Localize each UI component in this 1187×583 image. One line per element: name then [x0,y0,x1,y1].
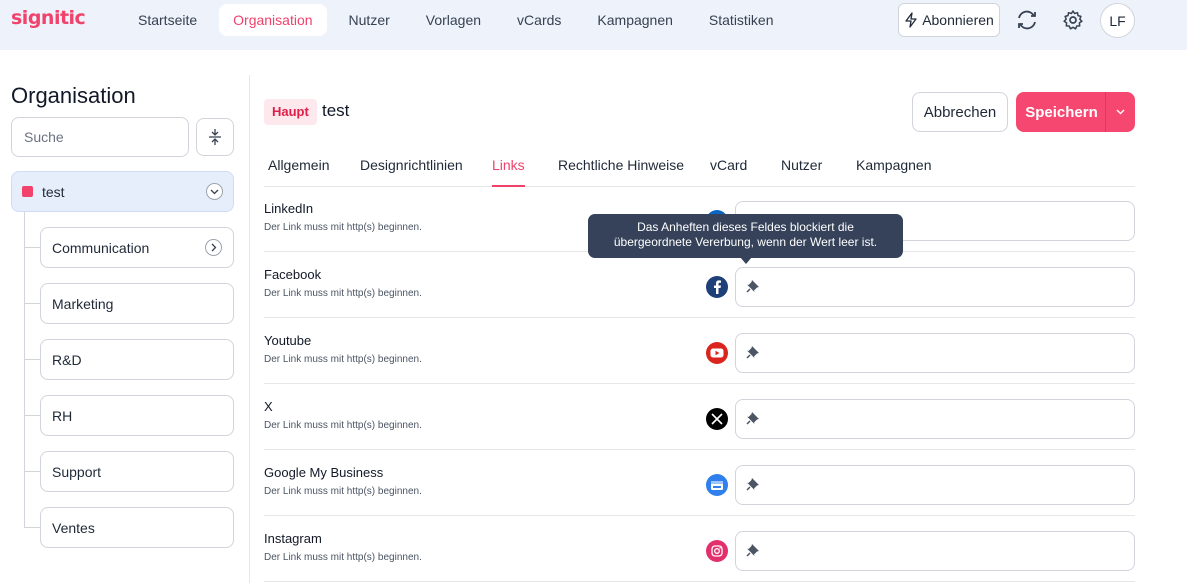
tree-connector [24,527,40,528]
search-input[interactable] [11,117,189,157]
page-title: test [322,101,350,120]
nav-organisation[interactable]: Organisation [219,4,327,36]
nav-vcards[interactable]: vCards [503,4,575,36]
tree-item-support[interactable]: Support [40,451,234,492]
save-button[interactable]: Speichern [1016,104,1105,121]
tree-item-ventes[interactable]: Ventes [40,507,234,548]
tooltip-line: übergeordnete Vererbung, wenn der Wert l… [613,235,878,249]
link-row-youtube: Youtube Der Link muss mit http(s) beginn… [264,318,1135,384]
pin-icon[interactable] [746,411,760,430]
tree-item-rh[interactable]: RH [40,395,234,436]
tab-vcard[interactable]: vCard [710,150,747,187]
chevron-right-icon[interactable] [205,239,222,256]
youtube-icon [706,342,728,364]
link-hint: Der Link muss mit http(s) beginnen. [264,486,422,497]
tree-connector [24,415,40,416]
link-label: Google My Business [264,465,384,480]
link-row-instagram: Instagram Der Link muss mit http(s) begi… [264,516,1135,582]
tree-connector [24,303,40,304]
collapse-icon [209,129,221,145]
facebook-url-input[interactable] [735,267,1135,307]
link-hint: Der Link muss mit http(s) beginnen. [264,552,422,563]
tree-item-label: RH [52,407,73,424]
link-hint: Der Link muss mit http(s) beginnen. [264,354,422,365]
pin-icon[interactable] [746,345,760,364]
x-url-input[interactable] [735,399,1135,439]
link-hint: Der Link muss mit http(s) beginnen. [264,420,422,431]
link-label: Facebook [264,267,322,282]
pin-icon[interactable] [746,477,760,496]
tree-connector [24,247,40,248]
youtube-url-input[interactable] [735,333,1135,373]
nav-kampagnen[interactable]: Kampagnen [583,4,687,36]
tree-root-label: test [42,183,65,200]
tree-item-label: Ventes [52,519,95,536]
nav-nutzer[interactable]: Nutzer [335,4,404,36]
tree-item-label: Communication [52,239,150,256]
nav-startseite[interactable]: Startseite [124,4,211,36]
save-options-button[interactable] [1106,92,1135,132]
link-row-google-my-business: Google My Business Der Link muss mit htt… [264,450,1135,516]
sidebar-title: Organisation [11,83,136,108]
tab-kampagnen[interactable]: Kampagnen [856,150,932,187]
tab-designrichtlinien[interactable]: Designrichtlinien [360,150,463,187]
tab-allgemein[interactable]: Allgemein [268,150,329,187]
chevron-down-icon[interactable] [206,183,223,200]
subscribe-label: Abonnieren [922,12,994,28]
save-button-group: Speichern [1016,92,1135,132]
tab-nutzer[interactable]: Nutzer [781,150,822,187]
tree-connector [24,212,25,527]
link-label: LinkedIn [264,201,314,216]
main-nav: Startseite Organisation Nutzer Vorlagen … [124,4,796,36]
link-label: Instagram [264,531,322,546]
instagram-icon [706,540,728,562]
lightning-icon [905,12,917,28]
settings-button[interactable] [1058,5,1088,35]
sync-icon [1018,10,1036,30]
tab-bar: Allgemein Designrichtlinien Links Rechtl… [264,150,1135,187]
tree-item-communication[interactable]: Communication [40,227,234,268]
link-hint: Der Link muss mit http(s) beginnen. [264,222,422,233]
link-hint: Der Link muss mit http(s) beginnen. [264,288,422,299]
sidebar-divider [249,75,250,583]
instagram-url-input[interactable] [735,531,1135,571]
tree-item-marketing[interactable]: Marketing [40,283,234,324]
pin-tooltip: Das Anheften dieses Feldes blockiert die… [588,214,903,258]
nav-statistiken[interactable]: Statistiken [695,4,788,36]
x-icon [706,408,728,430]
nav-vorlagen[interactable]: Vorlagen [412,4,495,36]
sync-button[interactable] [1012,5,1042,35]
subscribe-button[interactable]: Abonnieren [898,3,1000,37]
root-color-indicator [22,186,33,197]
link-label: X [264,399,273,414]
facebook-icon [706,276,728,298]
tab-links[interactable]: Links [492,150,525,187]
tooltip-arrow [740,257,752,264]
user-avatar[interactable]: LF [1100,3,1135,38]
google-my-business-url-input[interactable] [735,465,1135,505]
tree-item-label: R&D [52,351,82,368]
google-my-business-icon [706,474,728,496]
tree-item-label: Marketing [52,295,114,312]
tree-connector [24,471,40,472]
tree-item-rd[interactable]: R&D [40,339,234,380]
tree-connector [24,359,40,360]
main-badge: Haupt [264,99,317,125]
chevron-down-icon [1116,109,1125,115]
tab-rechtliche-hinweise[interactable]: Rechtliche Hinweise [558,150,684,187]
pin-icon[interactable] [746,543,760,562]
link-row-x: X Der Link muss mit http(s) beginnen. [264,384,1135,450]
signitic-logo[interactable]: signitic [11,7,86,29]
top-navigation-bar: signitic Startseite Organisation Nutzer … [0,0,1187,50]
gear-icon [1063,10,1083,30]
cancel-button[interactable]: Abbrechen [912,92,1008,132]
link-row-facebook: Facebook Der Link muss mit http(s) begin… [264,252,1135,318]
tree-item-label: Support [52,463,102,480]
link-label: Youtube [264,333,312,348]
pin-icon[interactable] [746,279,760,298]
tooltip-line: Das Anheften dieses Feldes blockiert die [637,220,854,234]
collapse-all-button[interactable] [196,118,234,156]
tree-root-item[interactable]: test [11,171,234,212]
